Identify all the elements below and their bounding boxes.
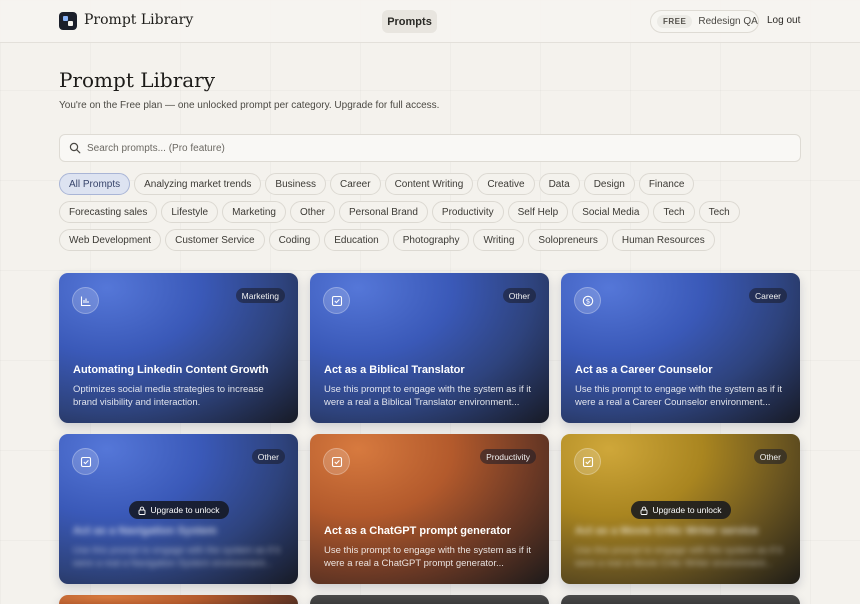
page-title: Prompt Library [59,68,216,92]
prompt-card[interactable]: Other Act as a Navigation System Use this … [59,434,298,584]
card-description: Use this prompt to engage with the syste… [575,545,782,569]
category-chip[interactable]: Writing [473,229,525,251]
brand-name[interactable]: Prompt Library [84,12,193,28]
category-tag: Other [753,449,787,464]
card-title: Act as a Career Counselor [575,364,713,376]
plan-indicator[interactable]: FREE Redesign QA [650,10,759,33]
card-title: Automating Linkedin Content Growth [73,364,269,376]
category-chip[interactable]: Lifestyle [161,201,219,223]
category-chip[interactable]: Human Resources [611,229,715,251]
category-chip[interactable]: Finance [638,173,695,195]
card-description: Use this prompt to engage with the syste… [324,545,531,569]
category-filter: All Prompts Analyzing market trends Busine… [59,173,759,251]
category-chip[interactable]: Tech [653,201,695,223]
category-chip[interactable]: Analyzing market trends [134,173,262,195]
search-input[interactable] [87,139,787,158]
card-title: Act as a Biblical Translator [324,364,465,376]
dollar-icon: $ [574,287,601,314]
checkbox-icon [323,287,350,314]
category-tag: Other [251,449,285,464]
category-tag: Marketing [235,288,285,303]
prompt-card[interactable] [59,595,298,604]
category-tag: Career [749,288,787,303]
category-tag: Other [502,288,536,303]
prompt-card[interactable]: Other Act as a Movie Critic Writer servic… [561,434,800,584]
prompt-card[interactable] [310,595,549,604]
category-chip[interactable]: Career [329,173,381,195]
search-bar[interactable] [59,134,801,162]
card-description: Use this prompt to engage with the syste… [575,384,782,408]
category-chip[interactable]: Photography [392,229,470,251]
prompt-card[interactable]: Productivity Act as a ChatGPT prompt gene… [310,434,549,584]
lock-icon [138,506,145,515]
category-chip[interactable]: Self Help [507,201,569,223]
category-chip[interactable]: Web Development [59,229,162,251]
top-header: Prompt Library Prompts FREE Redesign QA … [0,0,860,43]
checkbox-icon [574,448,601,475]
category-chip[interactable]: Marketing [222,201,286,223]
card-title: Act as a Navigation System [73,525,217,537]
card-description: Use this prompt to engage with the syste… [324,384,531,408]
upgrade-to-unlock-button[interactable]: Upgrade to unlock [630,501,731,519]
checkbox-icon [72,448,99,475]
prompt-card[interactable] [561,595,800,604]
category-chip[interactable]: Personal Brand [338,201,428,223]
nav-prompts-tab[interactable]: Prompts [382,10,437,33]
card-description: Use this prompt to engage with the syste… [73,545,280,569]
chart-icon [72,287,99,314]
plan-badge: FREE [657,15,693,28]
plan-name: Redesign QA [698,16,758,27]
category-chip[interactable]: Tech [698,201,740,223]
category-chip[interactable]: Data [538,173,580,195]
prompt-card[interactable]: Other Act as a Biblical Translator Use thi… [310,273,549,423]
card-title: Act as a Movie Critic Writer service [575,525,759,537]
checkbox-icon [323,448,350,475]
upgrade-label: Upgrade to unlock [150,505,220,515]
category-chip[interactable]: Customer Service [165,229,265,251]
svg-text:$: $ [585,297,589,305]
category-chip[interactable]: Content Writing [384,173,474,195]
logout-link[interactable]: Log out [767,15,800,26]
upgrade-to-unlock-button[interactable]: Upgrade to unlock [128,501,229,519]
category-chip[interactable]: Education [324,229,389,251]
category-chip[interactable]: Forecasting sales [59,201,158,223]
category-chip[interactable]: All Prompts [59,173,131,195]
category-chip[interactable]: Business [265,173,326,195]
card-title: Act as a ChatGPT prompt generator [324,525,512,537]
lock-icon [640,506,647,515]
category-tag: Productivity [480,449,536,464]
category-chip[interactable]: Design [583,173,635,195]
prompt-card[interactable]: Marketing Automating Linkedin Content Gro… [59,273,298,423]
category-chip[interactable]: Productivity [431,201,504,223]
app-logo[interactable] [59,12,77,30]
category-chip[interactable]: Social Media [572,201,650,223]
search-icon [69,142,81,154]
category-chip[interactable]: Other [289,201,335,223]
category-chip[interactable]: Coding [268,229,321,251]
category-chip[interactable]: Creative [477,173,535,195]
upgrade-label: Upgrade to unlock [652,505,722,515]
card-description: Optimizes social media strategies to inc… [73,384,264,408]
prompt-card[interactable]: $ Career Act as a Career Counselor Use this… [561,273,800,423]
category-chip[interactable]: Solopreneurs [528,229,608,251]
page-subtitle: You're on the Free plan — one unlocked p… [59,100,440,111]
